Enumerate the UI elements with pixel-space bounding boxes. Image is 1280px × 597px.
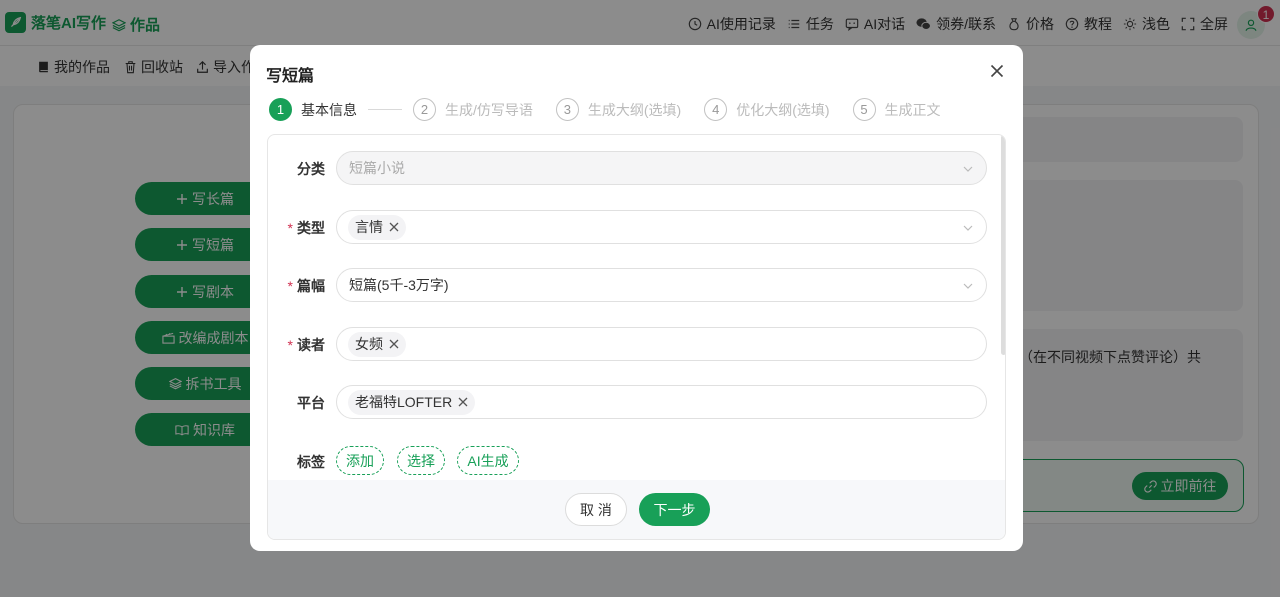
category-value: 短篇小说 [349, 160, 405, 176]
cancel-button[interactable]: 取 消 [565, 493, 627, 526]
length-value: 短篇(5千-3万字) [349, 277, 449, 293]
step-optimize-outline[interactable]: 4 优化大纲(选填) [704, 98, 830, 121]
tags-row: 标签 添加 选择 AI生成 [268, 444, 990, 478]
platform-row: 平台 老福特LOFTER [268, 385, 990, 419]
step-number: 1 [269, 98, 292, 121]
reader-select[interactable]: 女频 [336, 327, 987, 361]
modal-title: 写短篇 [266, 68, 315, 85]
type-tag: 言情 [348, 214, 406, 240]
step-label: 生成大纲(选填) [587, 101, 682, 118]
close-button[interactable] [986, 60, 1008, 82]
chevron-down-icon [963, 166, 973, 172]
scrollbar[interactable] [1001, 135, 1005, 355]
step-label: 基本信息 [301, 101, 357, 118]
step-connector [368, 109, 402, 110]
chevron-down-icon [963, 225, 973, 231]
select-tag-button[interactable]: 选择 [397, 446, 445, 475]
write-short-modal: 写短篇 1 基本信息 2 生成/仿写导语 3 生成大纲(选填) 4 优化大纲(选… [250, 45, 1023, 551]
form-area: 分类 短篇小说 * 类型 言情 * 篇幅 短篇(5千-3万字) * 读者 女频 … [267, 134, 1006, 540]
type-label: * 类型 [287, 220, 325, 236]
step-number: 5 [852, 98, 876, 121]
category-select[interactable]: 短篇小说 [336, 151, 987, 185]
chevron-down-icon [963, 283, 973, 289]
platform-tag: 老福特LOFTER [348, 389, 476, 415]
category-row: 分类 短篇小说 [268, 151, 990, 185]
step-indicator: 1 基本信息 2 生成/仿写导语 3 生成大纲(选填) 4 优化大纲(选填) 5… [269, 98, 941, 121]
tag-text: 老福特LOFTER [355, 394, 453, 410]
step-generate-body[interactable]: 5 生成正文 [852, 98, 941, 121]
add-tag-button[interactable]: 添加 [336, 446, 384, 475]
length-select[interactable]: 短篇(5千-3万字) [336, 268, 987, 302]
category-label: 分类 [297, 161, 325, 177]
step-number: 2 [413, 98, 436, 121]
step-generate-outline[interactable]: 3 生成大纲(选填) [555, 98, 682, 121]
reader-row: * 读者 女频 [268, 327, 990, 361]
step-label: 生成/仿写导语 [445, 101, 533, 118]
close-icon [990, 64, 1004, 78]
required-mark: * [287, 278, 293, 294]
required-mark: * [287, 220, 293, 236]
step-basic-info[interactable]: 1 基本信息 [269, 98, 357, 121]
required-mark: * [287, 337, 293, 353]
reader-label: * 读者 [287, 337, 325, 353]
type-row: * 类型 言情 [268, 210, 990, 244]
tag-close-icon[interactable] [389, 222, 399, 232]
platform-select[interactable]: 老福特LOFTER [336, 385, 987, 419]
ai-generate-tag-button[interactable]: AI生成 [457, 446, 519, 475]
length-row: * 篇幅 短篇(5千-3万字) [268, 268, 990, 302]
reader-tag: 女频 [348, 331, 406, 357]
platform-label: 平台 [297, 395, 325, 411]
tags-label: 标签 [297, 454, 325, 470]
tag-text: 女频 [355, 336, 383, 352]
step-generate-intro[interactable]: 2 生成/仿写导语 [413, 98, 533, 121]
tag-close-icon[interactable] [458, 397, 468, 407]
tag-close-icon[interactable] [389, 339, 399, 349]
step-label: 优化大纲(选填) [736, 101, 830, 118]
tag-text: 言情 [355, 219, 383, 235]
length-label: * 篇幅 [287, 278, 325, 294]
step-label: 生成正文 [884, 101, 941, 118]
next-step-button[interactable]: 下一步 [639, 493, 710, 526]
modal-footer: 取 消 下一步 [268, 480, 1005, 539]
step-number: 4 [704, 98, 728, 121]
step-number: 3 [555, 98, 579, 121]
type-select[interactable]: 言情 [336, 210, 987, 244]
